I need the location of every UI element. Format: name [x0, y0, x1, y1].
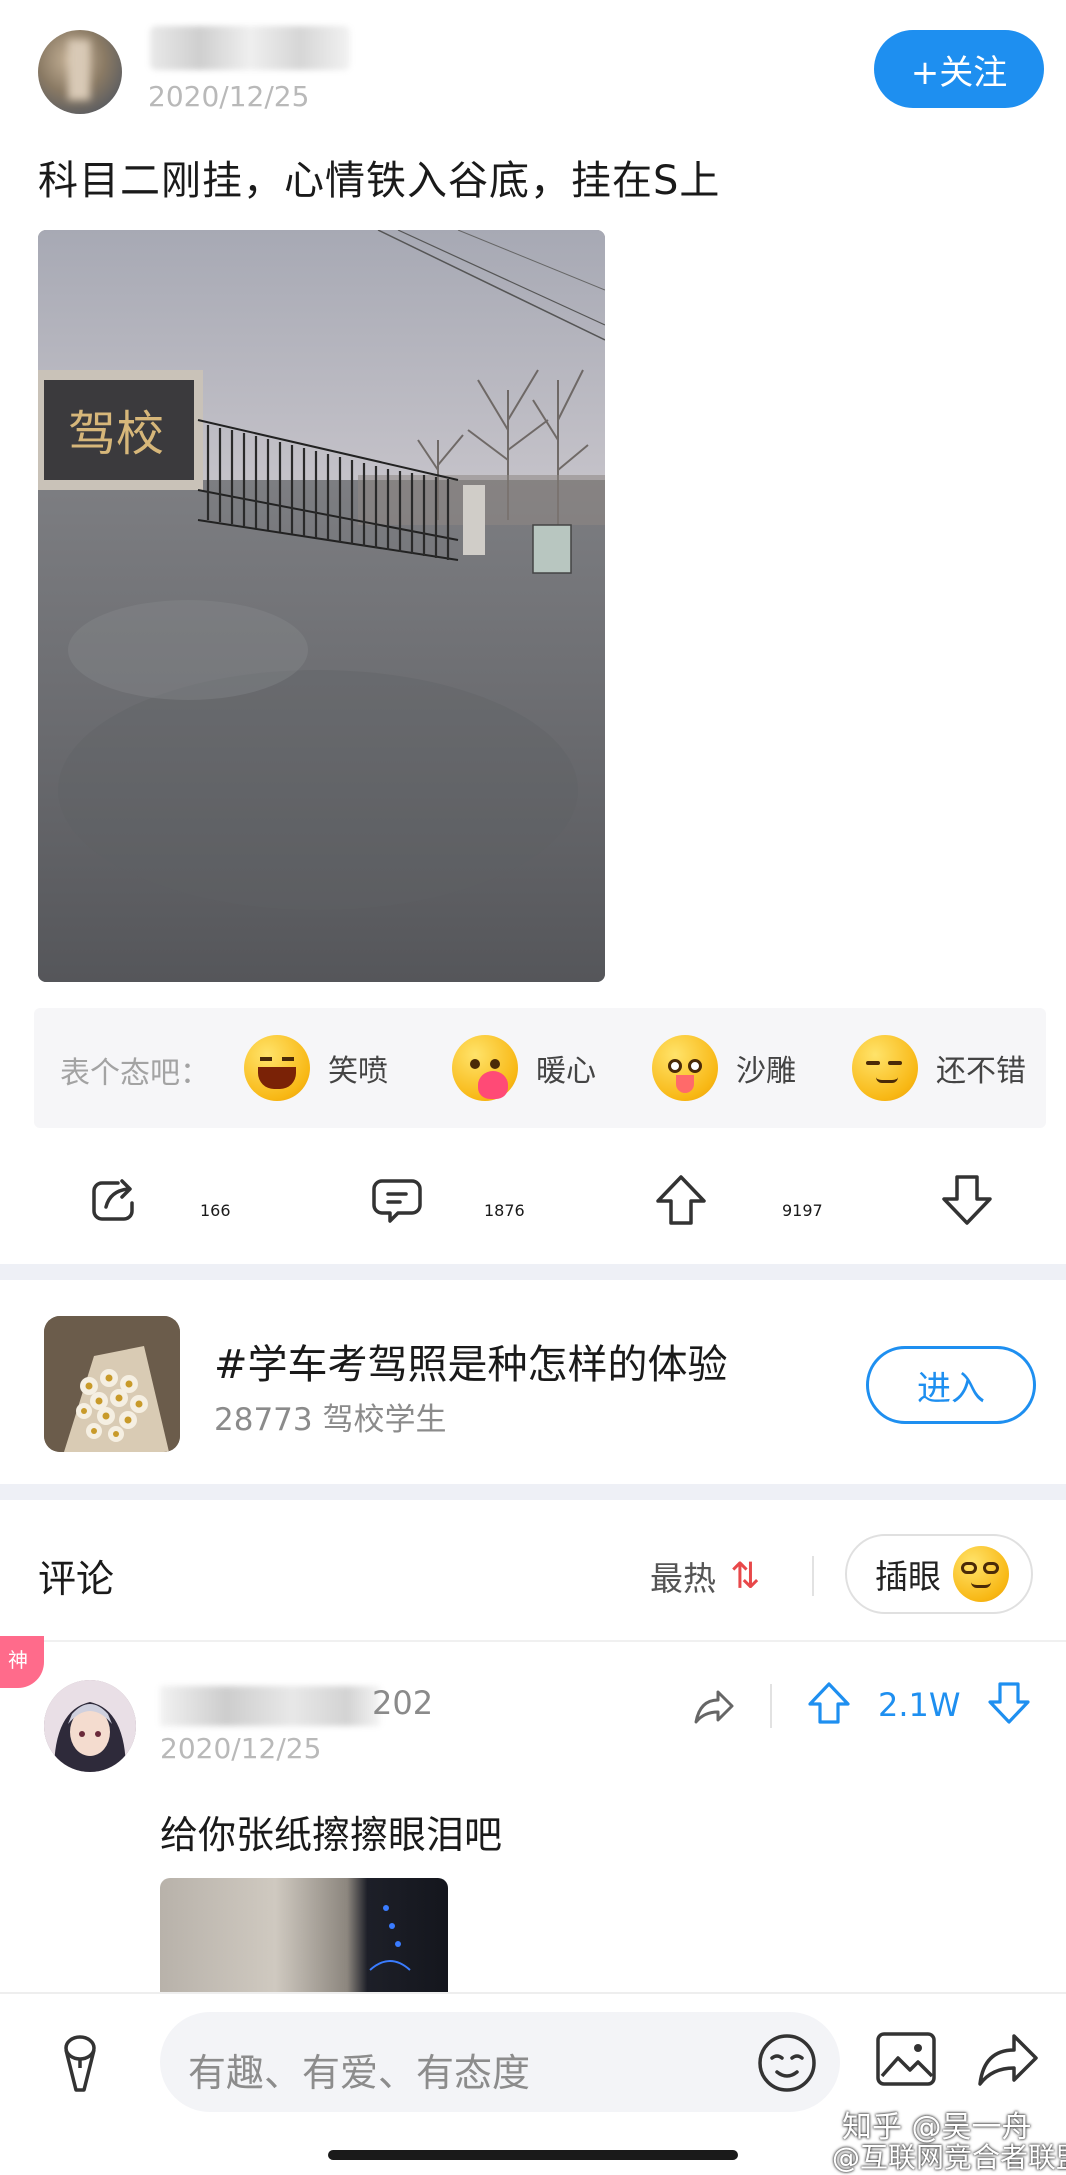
smirk-emoji-icon: [852, 1035, 918, 1101]
smiley-icon: [758, 2034, 816, 2092]
enter-topic-button[interactable]: 进入: [866, 1346, 1036, 1424]
reaction-label: 沙雕: [736, 1054, 796, 1089]
comment-share-button[interactable]: [692, 1684, 736, 1732]
forward-arrow-icon: [694, 1690, 734, 1724]
downvote-icon: [942, 1175, 992, 1225]
share-icon: [92, 1179, 134, 1221]
commenter-name-blurred[interactable]: [160, 1686, 380, 1726]
header-underline: [0, 1640, 1066, 1642]
silly-tongue-emoji-icon: [652, 1035, 718, 1101]
upvote-icon: [808, 1682, 850, 1724]
god-comment-badge: 神: [0, 1636, 44, 1688]
reaction-label: 还不错: [936, 1054, 1026, 1089]
post-date: 2020/12/25: [148, 80, 310, 113]
reaction-silly[interactable]: 沙雕: [652, 1030, 796, 1106]
author-name-blurred[interactable]: [150, 26, 350, 70]
comments-title: 评论: [38, 1557, 115, 1601]
comment-input[interactable]: 有趣、有爱、有态度: [160, 2012, 840, 2112]
peek-label: 插眼: [875, 1557, 941, 1596]
upvote-action[interactable]: [652, 1170, 710, 1230]
share-post-button[interactable]: [976, 2030, 1040, 2092]
home-indicator[interactable]: [328, 2150, 738, 2160]
comment-input-placeholder: 有趣、有爱、有态度: [188, 2051, 531, 2095]
watermark-line2: @互联网竞合者联盟: [832, 2141, 1066, 2174]
add-image-button[interactable]: [874, 2030, 938, 2092]
upvote-count: 9197: [782, 1200, 823, 1220]
commenter-name-tail: 202: [372, 1684, 434, 1722]
comment-image[interactable]: [160, 1878, 448, 1998]
peek-button[interactable]: 插眼: [845, 1534, 1033, 1614]
laughing-tears-emoji-icon: [244, 1035, 310, 1101]
emoji-picker-button[interactable]: [756, 2032, 818, 2098]
share-count: 166: [200, 1200, 231, 1220]
sort-toggle[interactable]: 最热 ⇅: [650, 1552, 760, 1600]
comment-action[interactable]: [368, 1170, 426, 1230]
reaction-label: 暖心: [536, 1054, 596, 1089]
follow-button[interactable]: +关注: [874, 30, 1044, 108]
post-image[interactable]: 驾校: [38, 230, 605, 982]
sort-label: 最热: [650, 1559, 716, 1598]
author-avatar[interactable]: [38, 30, 122, 114]
driving-school-photo: 驾校: [38, 230, 605, 982]
downvote-action[interactable]: [938, 1170, 996, 1230]
header-separator: [812, 1556, 814, 1596]
section-divider: [0, 1264, 1066, 1280]
reaction-warm[interactable]: 暖心: [452, 1030, 596, 1106]
microphone-icon: [64, 2035, 96, 2092]
post-header: 2020/12/25 +关注: [0, 0, 1066, 150]
comment-action-separator: [770, 1684, 772, 1728]
comment-text: 给你张纸擦擦眼泪吧: [160, 1813, 503, 1857]
topic-thumbnail: [44, 1316, 180, 1452]
sort-arrows-icon: ⇅: [730, 1555, 761, 1597]
forward-arrow-icon: [978, 2034, 1038, 2086]
comment-downvote-button[interactable]: [986, 1680, 1032, 1730]
commenter-avatar[interactable]: [44, 1680, 136, 1772]
topic-subtitle: 28773 驾校学生: [214, 1402, 447, 1438]
comment-icon: [372, 1179, 422, 1223]
comments-header: 评论 最热 ⇅ 插眼: [0, 1500, 1066, 1640]
reaction-label: 笑喷: [328, 1054, 388, 1089]
downvote-icon: [988, 1682, 1030, 1724]
section-divider: [0, 1484, 1066, 1500]
comment-upvote-button[interactable]: [806, 1680, 852, 1730]
reaction-not-bad[interactable]: 还不错: [852, 1030, 1026, 1106]
glasses-emoji-icon: [953, 1546, 1009, 1602]
comment-count: 1876: [484, 1200, 525, 1220]
image-icon: [876, 2032, 936, 2086]
hug-heart-emoji-icon: [452, 1035, 518, 1101]
comment-vote-count: 2.1W: [878, 1686, 961, 1724]
sign-text: 驾校: [68, 406, 164, 462]
post-action-bar: 166 1876 9197: [0, 1150, 1066, 1250]
voice-input-button[interactable]: [56, 2034, 104, 2098]
reaction-prompt: 表个态吧：: [60, 1056, 210, 1091]
reaction-laugh[interactable]: 笑喷: [244, 1030, 388, 1106]
reaction-bar: 表个态吧： 笑喷 暖心 沙雕 还不错: [34, 1008, 1046, 1128]
post-text: 科目二刚挂，心情铁入谷底，挂在S上: [38, 158, 721, 204]
share-action[interactable]: [84, 1170, 142, 1230]
upvote-icon: [656, 1175, 706, 1225]
topic-card[interactable]: #学车考驾照是种怎样的体验 28773 驾校学生 进入: [0, 1282, 1066, 1482]
topic-title[interactable]: #学车考驾照是种怎样的体验: [214, 1332, 728, 1390]
comment-date: 2020/12/25: [160, 1732, 322, 1765]
